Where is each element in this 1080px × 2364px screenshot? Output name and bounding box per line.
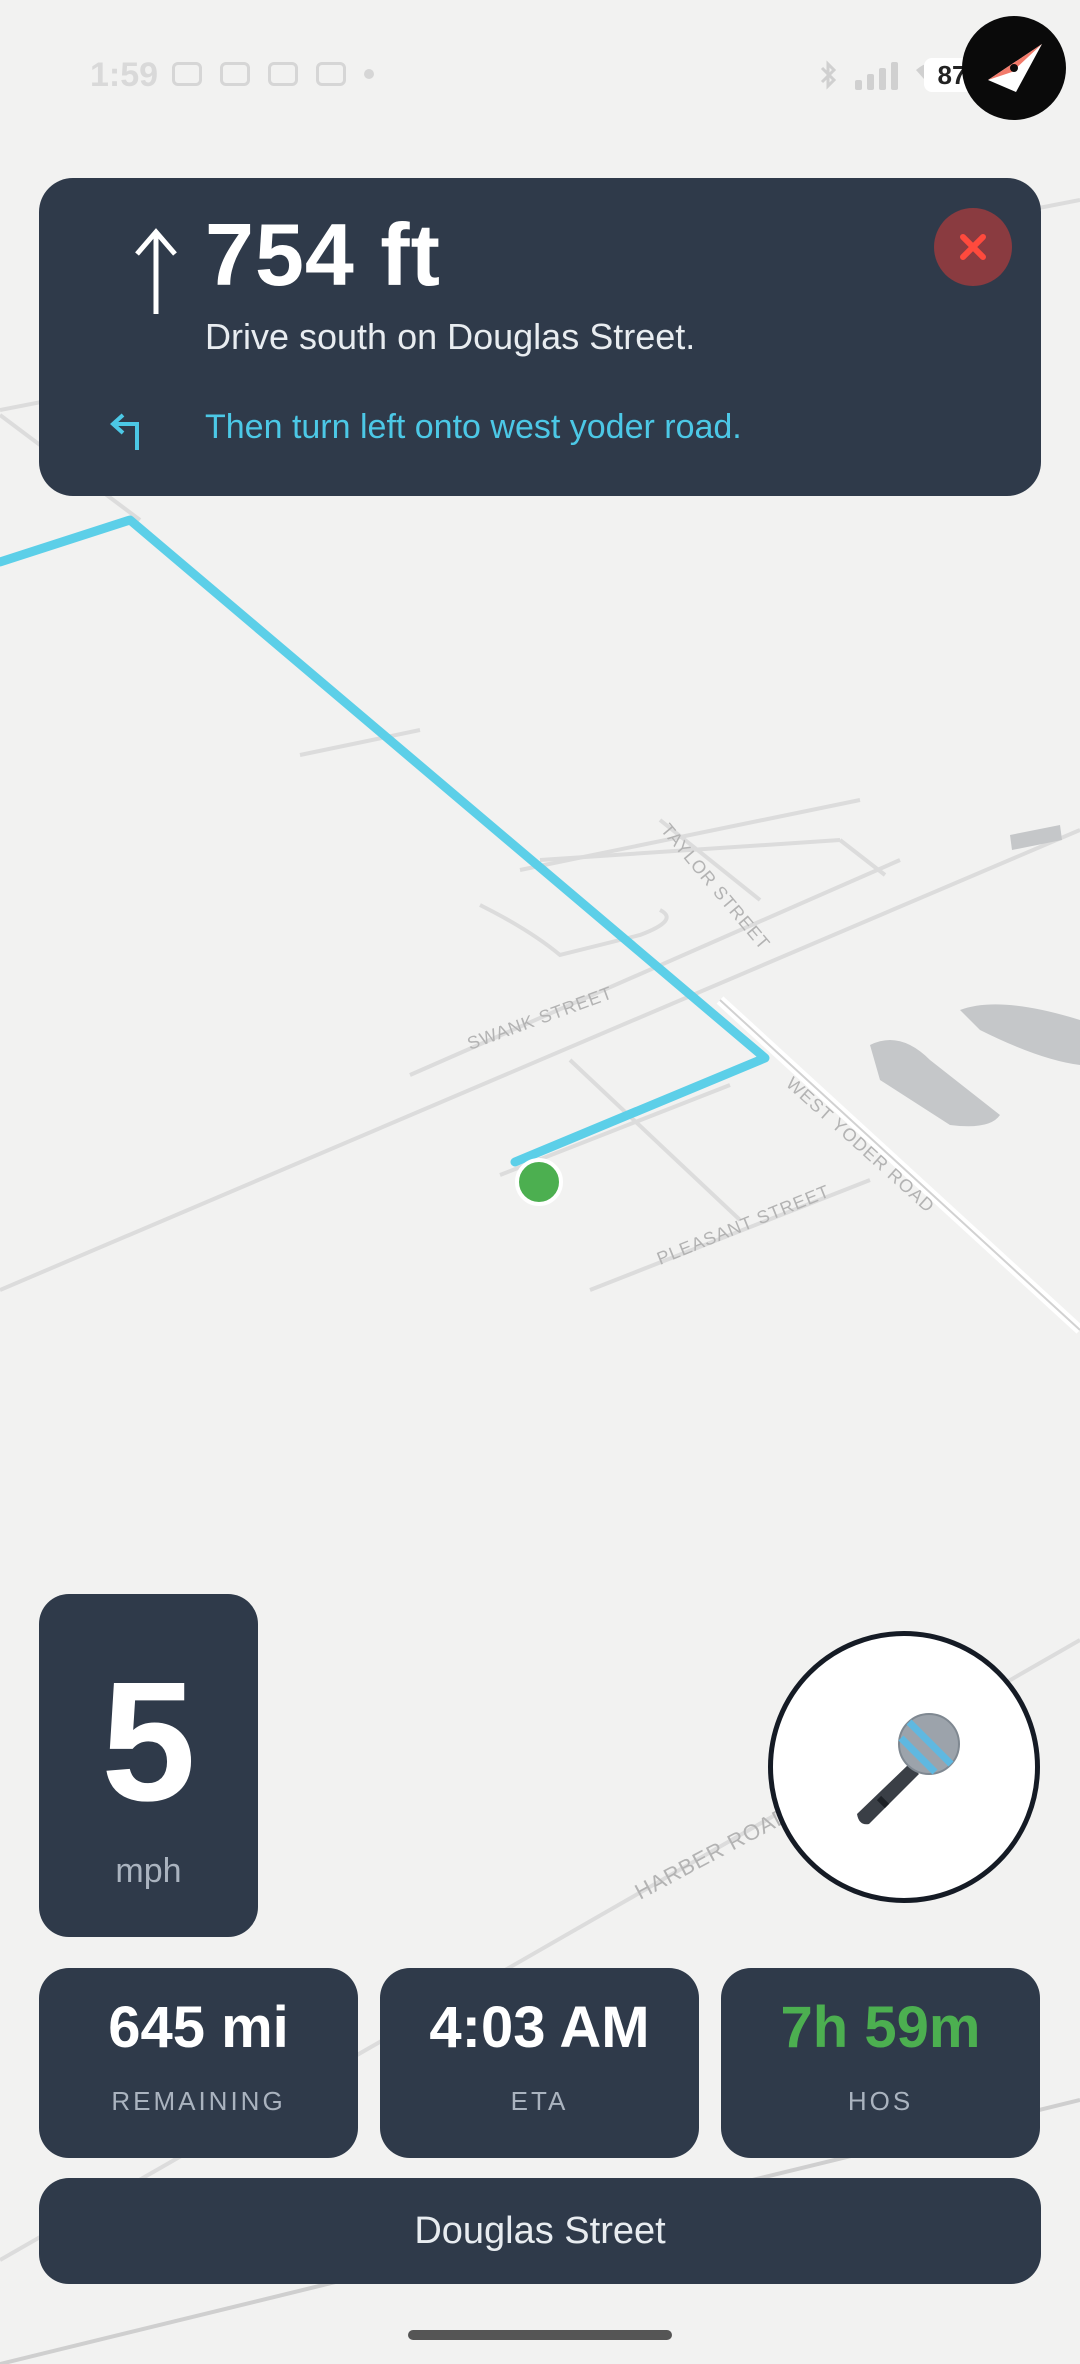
remaining-distance-value: 645 mi: [108, 1995, 289, 2060]
eta-value: 4:03 AM: [429, 1995, 650, 2060]
remaining-distance-label: REMAINING: [111, 2086, 286, 2116]
street-label-harber: HARBER ROAD: [631, 1801, 795, 1904]
home-indicator[interactable]: [408, 2330, 672, 2340]
route-line: [0, 515, 770, 1167]
compass-icon: [988, 44, 1042, 92]
signal-icon: [855, 60, 898, 90]
microphone-icon: [857, 1713, 960, 1825]
app-icon: [316, 62, 346, 86]
eta-label: ETA: [510, 2086, 569, 2116]
eta-card: 4:03 AM ETA: [380, 1968, 699, 2158]
dot-icon: [364, 69, 374, 79]
voice-input-button[interactable]: [768, 1631, 1040, 1903]
map-water: [870, 1040, 1000, 1127]
speed-unit: mph: [115, 1852, 182, 1890]
bluetooth-icon: [820, 60, 837, 90]
gmail-icon: [268, 62, 298, 86]
street-label-swank: SWANK STREET: [465, 983, 616, 1054]
instruction-text: Drive south on Douglas Street.: [205, 316, 696, 357]
hos-card: 7h 59m HOS: [721, 1968, 1040, 2158]
map-road: [838, 838, 887, 877]
status-bar: 1:59 87: [0, 0, 1080, 160]
messages-icon: [172, 62, 202, 86]
close-navigation-button[interactable]: [934, 208, 1012, 286]
turn-left-icon: [110, 413, 139, 450]
current-street-bar: Douglas Street: [39, 2178, 1041, 2284]
hos-value: 7h 59m: [780, 1995, 981, 2060]
map-water: [960, 1004, 1080, 1065]
current-location-marker: [515, 1158, 563, 1206]
street-label-taylor: TAYLOR STREET: [657, 820, 774, 954]
next-instruction-text: Then turn left onto west yoder road.: [205, 408, 742, 446]
arrow-up-icon: [135, 228, 177, 314]
status-time: 1:59: [90, 56, 159, 94]
mail-stack-icon: [220, 62, 250, 86]
speed-indicator: 5 mph: [39, 1594, 258, 1937]
remaining-distance-card: 645 mi REMAINING: [39, 1968, 358, 2158]
map-road: [568, 1058, 742, 1222]
compass-button[interactable]: [962, 16, 1066, 120]
speed-value: 5: [101, 1647, 196, 1837]
street-label-pleasant: PLEASANT STREET: [654, 1181, 833, 1269]
navigation-instruction-card: 754 ft Drive south on Douglas Street. Th…: [39, 178, 1041, 496]
hos-label: HOS: [847, 2086, 914, 2116]
close-icon: [960, 234, 986, 260]
instruction-distance: 754 ft: [205, 205, 441, 304]
map-water: [1010, 825, 1062, 850]
